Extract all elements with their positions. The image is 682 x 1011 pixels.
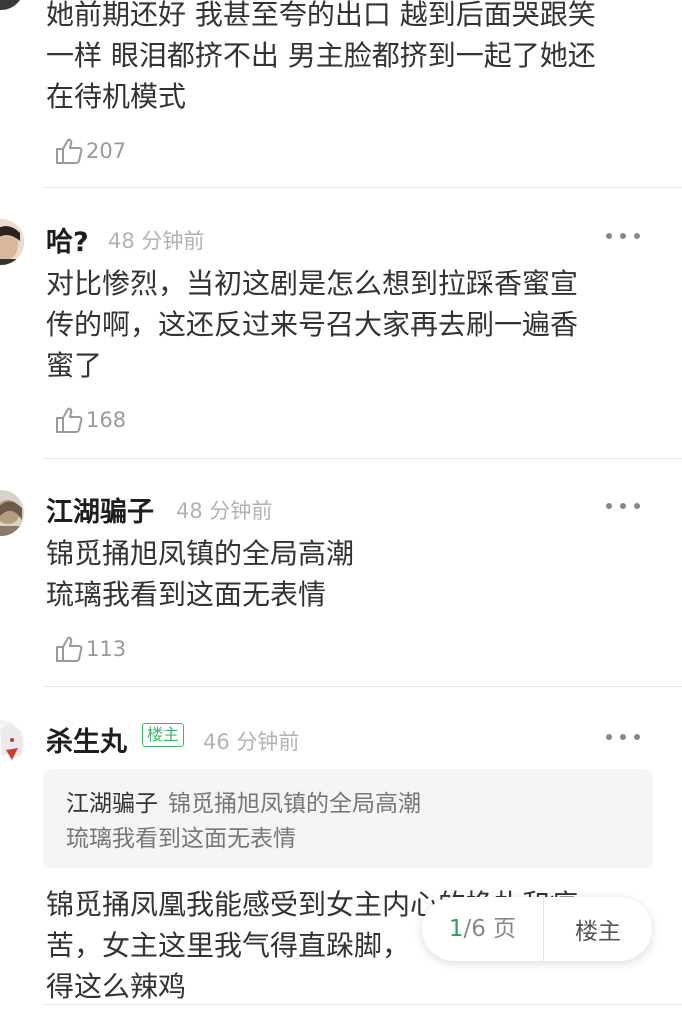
thumbs-up-icon [56,138,83,164]
timestamp: 48 分钟前 [108,229,205,253]
divider [43,1004,682,1005]
author-name[interactable]: 江湖骗子 [46,490,154,529]
avatar-image [0,720,24,766]
divider [43,187,682,188]
like-button[interactable]: 113 [54,634,126,664]
page-navigator: 1/6 页 楼主 [422,897,652,961]
current-page: 1 [448,916,464,942]
divider [43,686,682,687]
timestamp: 46 分钟前 [203,730,300,754]
owner-only-button[interactable]: 楼主 [544,912,652,946]
author-name[interactable]: 杀生丸 [46,720,127,759]
quoted-text: 琉璃我看到这面无表情 [66,826,296,852]
like-count: 168 [86,408,127,432]
like-button[interactable]: 207 [54,136,126,166]
comment-body: 锦觅捅旭凤镇的全局高潮 琉璃我看到这面无表情 [46,537,355,611]
thumbs-up-icon [56,407,83,433]
more-options-button[interactable] [606,499,640,513]
more-dots-icon [606,503,612,509]
like-button[interactable]: 168 [54,405,126,435]
comment-thread: 她前期还好 我甚至夸的出口 越到后面哭跟笑 一样 眼泪都挤不出 男主脸都挤到一起… [0,0,682,1011]
avatar-image [0,490,24,536]
more-dots-icon [606,734,612,740]
page-indicator-button[interactable]: 1/6 页 [422,897,544,961]
more-dots-icon [606,233,612,239]
total-pages: /6 页 [463,916,517,942]
timestamp: 48 分钟前 [176,499,273,523]
divider [43,458,682,459]
comment-body: 她前期还好 我甚至夸的出口 越到后面哭跟笑 一样 眼泪都挤不出 男主脸都挤到一起… [46,0,596,113]
avatar[interactable] [0,219,24,265]
avatar[interactable] [0,720,24,766]
comment-body: 对比惨烈，当初这剧是怎么想到拉踩香蜜宣 传的啊，这还反过来号召大家再去刷一遍香 … [46,267,579,382]
owner-badge: 楼主 [142,723,185,747]
avatar-image [0,219,24,265]
quoted-author: 江湖骗子 [66,791,158,817]
more-options-button[interactable] [606,229,640,243]
quoted-text: 锦觅捅旭凤镇的全局高潮 [168,791,421,817]
more-options-button[interactable] [606,730,640,744]
like-count: 113 [86,637,127,661]
author-name[interactable]: 哈? [46,220,89,259]
quoted-comment[interactable]: 江湖骗子 锦觅捅旭凤镇的全局高潮 琉璃我看到这面无表情 [43,769,653,868]
like-count: 207 [86,139,127,163]
avatar[interactable] [0,0,24,10]
thumbs-up-icon [56,636,83,662]
avatar[interactable] [0,490,24,536]
